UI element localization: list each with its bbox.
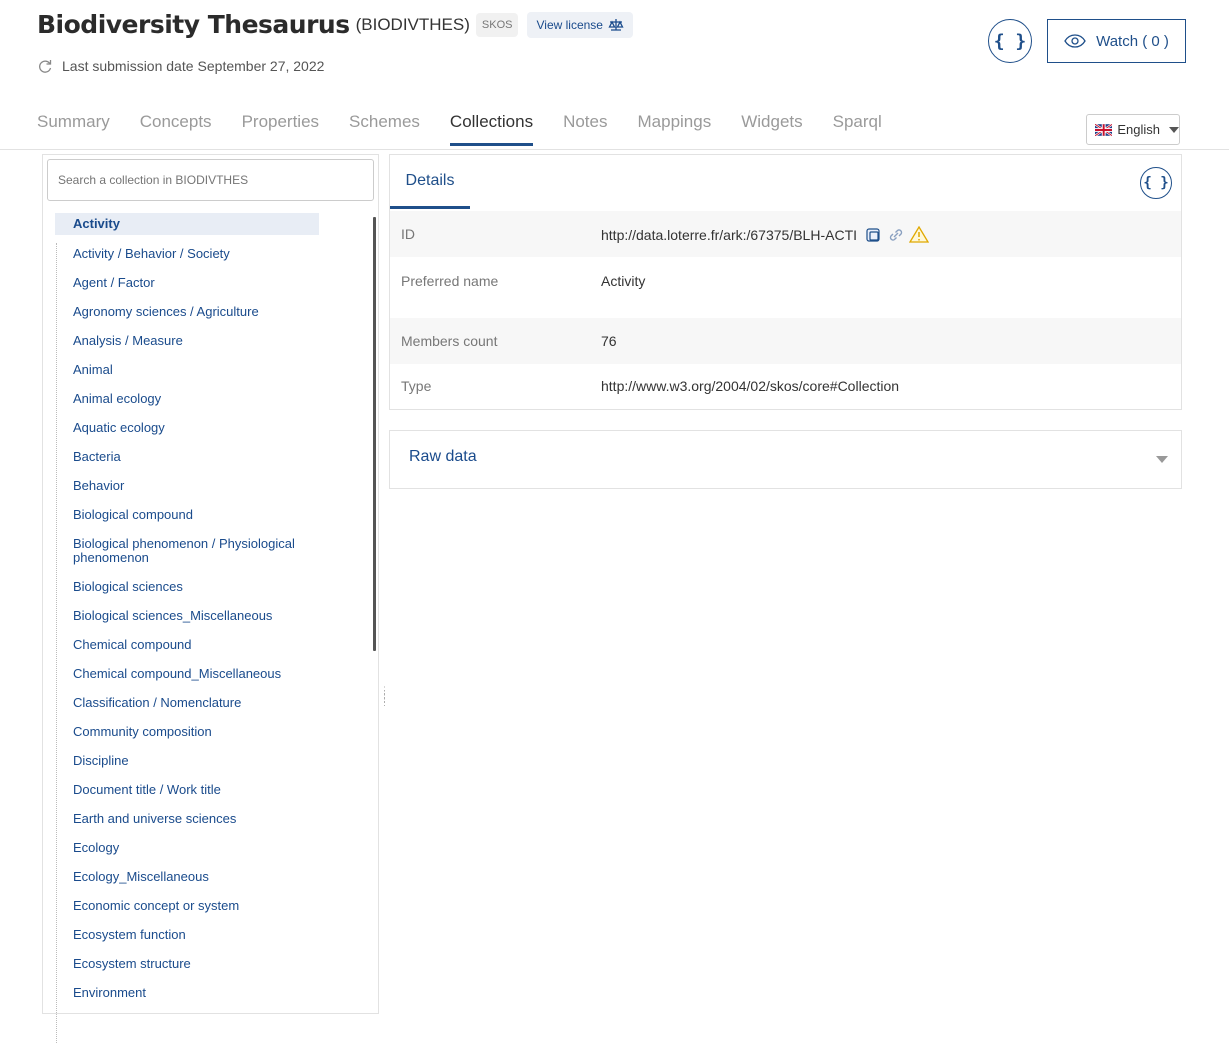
details-tab-label: Details (405, 171, 455, 189)
tree-item[interactable]: Ecology_Miscellaneous (73, 870, 313, 884)
raw-data-label: Raw data (409, 448, 477, 465)
tree-item[interactable]: Biological sciences (73, 580, 313, 594)
copy-icon[interactable] (865, 227, 883, 243)
tree-item-selected[interactable]: Activity (55, 213, 319, 235)
language-label: English (1117, 122, 1160, 137)
tree-item[interactable]: Document title / Work title (73, 783, 313, 797)
tree-item[interactable]: Agronomy sciences / Agriculture (73, 305, 313, 319)
license-label: View license (536, 17, 603, 32)
tree-item[interactable]: Ecosystem structure (73, 957, 313, 971)
submission-info: Last submission date September 27, 2022 (37, 58, 324, 74)
tree-item[interactable]: Bacteria (73, 450, 313, 464)
tab-collections[interactable]: Collections (449, 112, 534, 146)
details-json-button[interactable]: { } (1140, 167, 1172, 199)
refresh-icon (39, 60, 52, 73)
warning-icon (909, 226, 930, 243)
tree-item[interactable]: Environment (73, 986, 313, 1000)
tree-item[interactable]: Chemical compound_Miscellaneous (73, 667, 313, 681)
pref-key: Preferred name (401, 273, 499, 289)
tree-item[interactable]: Behavior (73, 479, 313, 493)
tree-item[interactable]: Ecology (73, 841, 313, 855)
tree-item[interactable]: Community composition (73, 725, 313, 739)
tree-item[interactable]: Biological compound (73, 508, 313, 522)
format-badge: SKOS (475, 12, 519, 37)
tree-item[interactable]: Chemical compound (73, 638, 313, 652)
ontology-acronym: (BIODIVTHES) (355, 14, 470, 34)
tree-item[interactable]: Biological phenomenon / Physiological ph… (73, 537, 313, 565)
section-tabs: Summary Concepts Properties Schemes Collecti… (37, 112, 882, 146)
tree-item[interactable]: Animal ecology (73, 392, 313, 406)
chevron-down-icon (1156, 456, 1168, 463)
language-selector[interactable]: English (1086, 114, 1180, 145)
link-icon[interactable] (887, 227, 905, 243)
detail-row-type: Type http://www.w3.org/2004/02/skos/core… (390, 364, 1181, 409)
watch-label: Watch ( 0 ) (1096, 32, 1169, 50)
tab-sparql[interactable]: Sparql (833, 112, 882, 146)
title-bar: Biodiversity Thesaurus (BIODIVTHES) SKOS… (37, 10, 633, 39)
tree-scrollbar[interactable] (373, 217, 376, 651)
tab-notes[interactable]: Notes (563, 112, 607, 146)
braces-icon: { } (1143, 175, 1169, 191)
tab-summary[interactable]: Summary (37, 112, 110, 146)
page-title: Biodiversity Thesaurus (37, 10, 350, 39)
tab-concepts[interactable]: Concepts (140, 112, 212, 146)
chevron-down-icon (1169, 126, 1179, 133)
details-panel: Details { } ID http://data.loterre.fr/ar… (389, 154, 1182, 410)
tree-item[interactable]: Ecosystem function (73, 928, 313, 942)
tree-item[interactable]: Agent / Factor (73, 276, 313, 290)
tree-item[interactable]: Biological sciences_Miscellaneous (73, 609, 313, 623)
tree-item[interactable]: Earth and universe sciences (73, 812, 313, 826)
collection-search-input[interactable] (47, 159, 374, 201)
pref-value: Activity (601, 273, 646, 289)
tree-item[interactable]: Animal (73, 363, 313, 377)
id-key: ID (401, 226, 415, 242)
tab-widgets[interactable]: Widgets (741, 112, 802, 146)
tab-properties[interactable]: Properties (242, 112, 319, 146)
panel-resize-handle[interactable]: ⋮ ⋮ ⋮ ⋮ (380, 686, 389, 720)
detail-row-preferred-name: Preferred name Activity (390, 257, 1181, 318)
submission-date: September 27, 2022 (197, 58, 325, 74)
balance-scale-icon (608, 18, 624, 31)
watch-button[interactable]: Watch ( 0 ) (1047, 19, 1186, 63)
tree-item[interactable]: Aquatic ecology (73, 421, 313, 435)
header-divider (0, 149, 1229, 150)
members-count-link[interactable]: 76 (601, 333, 617, 349)
json-export-button[interactable]: { } (988, 19, 1032, 63)
submission-label: Last submission date (62, 58, 194, 74)
tab-mappings[interactable]: Mappings (638, 112, 712, 146)
id-value: http://data.loterre.fr/ark:/67375/BLH-AC… (601, 226, 858, 243)
detail-row-members-count: Members count 76 (390, 318, 1181, 364)
tree-guide-line (56, 243, 58, 1043)
id-value-wrap: http://data.loterre.fr/ark:/67375/BLH-AC… (601, 226, 930, 243)
uk-flag-icon (1095, 123, 1113, 136)
tab-schemes[interactable]: Schemes (349, 112, 420, 146)
tree-item[interactable]: Activity / Behavior / Society (73, 247, 313, 261)
type-key: Type (401, 378, 432, 394)
braces-icon: { } (993, 30, 1027, 52)
raw-data-accordion[interactable]: Raw data (389, 430, 1182, 489)
type-value: http://www.w3.org/2004/02/skos/core#Coll… (601, 378, 900, 394)
tab-details[interactable]: Details (390, 155, 470, 209)
members-key: Members count (401, 333, 498, 349)
tree-item[interactable]: Analysis / Measure (73, 334, 313, 348)
detail-row-id: ID http://data.loterre.fr/ark:/67375/BLH… (390, 211, 1181, 257)
tree-item[interactable]: Classification / Nomenclature (73, 696, 313, 710)
view-license-button[interactable]: View license (527, 11, 633, 38)
tree-item[interactable]: Economic concept or system (73, 899, 313, 913)
collections-tree-panel: Activity Activity / Behavior / Society Ag… (42, 154, 379, 1043)
eye-icon (1064, 34, 1086, 48)
tree-item[interactable]: Discipline (73, 754, 313, 768)
